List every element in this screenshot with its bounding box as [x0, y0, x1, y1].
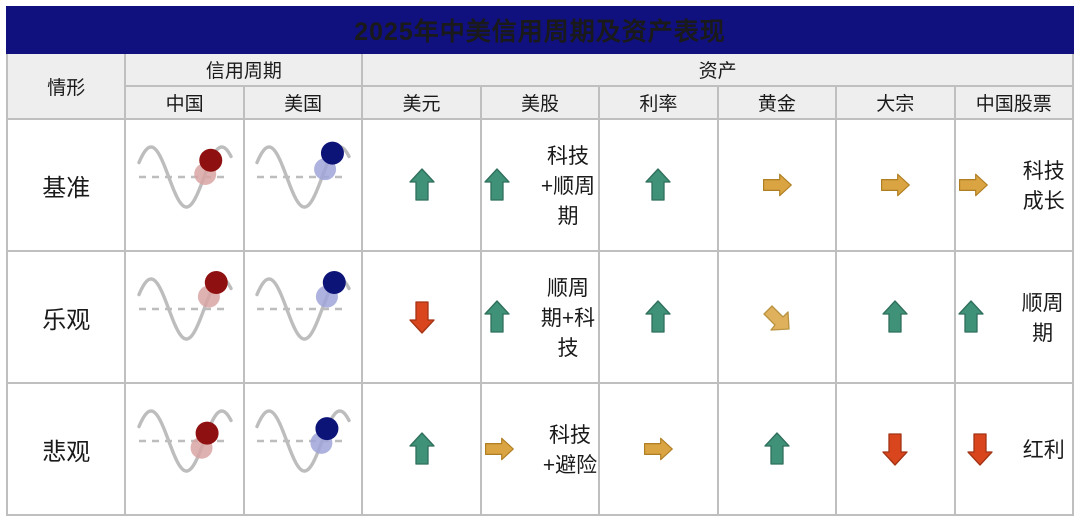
- china-equity-cell-label: 红利: [1022, 439, 1065, 462]
- arrow-right-icon: [482, 429, 516, 469]
- arrow-up-icon: [956, 297, 988, 337]
- table-row: 基准 科技+顺周期 科技成长: [5, 118, 1074, 252]
- usd-cell: [361, 250, 482, 384]
- us-credit-cycle-chart: [242, 382, 364, 516]
- china-credit-cycle-chart: [124, 118, 245, 252]
- arrow-up-icon: [641, 165, 675, 205]
- arrow-down-right-icon: [760, 297, 794, 337]
- page-title: 2025年中美信用周期及资产表现: [6, 6, 1074, 54]
- header-col-us-cycle: 美国: [242, 85, 364, 120]
- header-group-credit-cycle: 信用周期: [124, 52, 364, 87]
- header-col-china-equity: 中国股票: [953, 85, 1074, 120]
- arrow-down-icon: [878, 429, 912, 469]
- title-row: 2025年中美信用周期及资产表现: [6, 6, 1074, 54]
- arrow-down-icon: [963, 429, 997, 469]
- usd-cell: [361, 118, 482, 252]
- china-equity-cell-label: 科技成长: [1022, 160, 1065, 213]
- arrow-right-icon: [760, 165, 794, 205]
- china-equity-cell: 科技成长: [953, 118, 1074, 252]
- scenario-matrix-table: 2025年中美信用周期及资产表现 情形 信用周期 资产 中国 美国 美元 美股 …: [5, 6, 1074, 516]
- header-group-row: 情形 信用周期 资产: [5, 52, 1074, 120]
- header-col-commodity: 大宗: [835, 85, 956, 120]
- arrow-up-icon: [760, 429, 794, 469]
- arrow-up-icon: [482, 165, 512, 205]
- us-credit-cycle-chart: [242, 118, 364, 252]
- china-equity-cell: 红利: [953, 382, 1074, 516]
- table-row: 悲观 科技+避险 红利: [5, 382, 1074, 516]
- china-credit-cycle-chart: [124, 382, 245, 516]
- header-group-assets: 资产: [361, 52, 1074, 87]
- arrow-up-icon: [878, 297, 912, 337]
- header-col-us-equity: 美股: [479, 85, 601, 120]
- china-credit-cycle-chart: [124, 250, 245, 384]
- commodity-cell: [835, 118, 956, 252]
- gold-cell: [716, 118, 838, 252]
- commodity-cell: [835, 382, 956, 516]
- scenario-label: 悲观: [5, 382, 127, 516]
- header-col-usd: 美元: [361, 85, 482, 120]
- header-situation: 情形: [5, 52, 127, 120]
- us-equity-cell: 顺周期+科技: [479, 250, 601, 384]
- us-equity-cell-label: 顺周期+科技: [540, 277, 596, 360]
- table-row: 乐观 顺周期+科技 顺周期: [5, 250, 1074, 384]
- arrow-right-icon: [641, 429, 675, 469]
- us-equity-cell-label: 科技+顺周期: [540, 145, 596, 228]
- china-equity-cell-label: 顺周期: [1021, 292, 1064, 345]
- arrow-up-icon: [482, 297, 512, 337]
- arrow-down-icon: [405, 297, 439, 337]
- scenario-label: 基准: [5, 118, 127, 252]
- arrow-up-icon: [405, 165, 439, 205]
- rates-cell: [598, 382, 719, 516]
- rates-cell: [598, 118, 719, 252]
- header-col-rates: 利率: [598, 85, 719, 120]
- us-equity-cell-label: 科技+避险: [542, 424, 598, 477]
- scenario-label: 乐观: [5, 250, 127, 384]
- us-equity-cell: 科技+顺周期: [479, 118, 601, 252]
- rates-cell: [598, 250, 719, 384]
- arrow-up-icon: [405, 429, 439, 469]
- china-equity-cell: 顺周期: [953, 250, 1074, 384]
- arrow-right-icon: [956, 165, 990, 205]
- commodity-cell: [835, 250, 956, 384]
- chart-root: 2025年中美信用周期及资产表现 情形 信用周期 资产 中国 美国 美元 美股 …: [0, 0, 1080, 516]
- arrow-right-icon: [878, 165, 912, 205]
- us-credit-cycle-chart: [242, 250, 364, 384]
- header-col-gold: 黄金: [716, 85, 838, 120]
- gold-cell: [716, 250, 838, 384]
- usd-cell: [361, 382, 482, 516]
- matrix-body: 基准 科技+顺周期 科技成长乐观 顺周期+科技 顺周期悲观 科技+避险 红利: [5, 118, 1074, 516]
- gold-cell: [716, 382, 838, 516]
- arrow-up-icon: [641, 297, 675, 337]
- header-col-china-cycle: 中国: [124, 85, 245, 120]
- us-equity-cell: 科技+避险: [479, 382, 601, 516]
- header-column-row: 中国 美国 美元 美股 利率 黄金 大宗 中国股票: [7, 85, 1074, 120]
